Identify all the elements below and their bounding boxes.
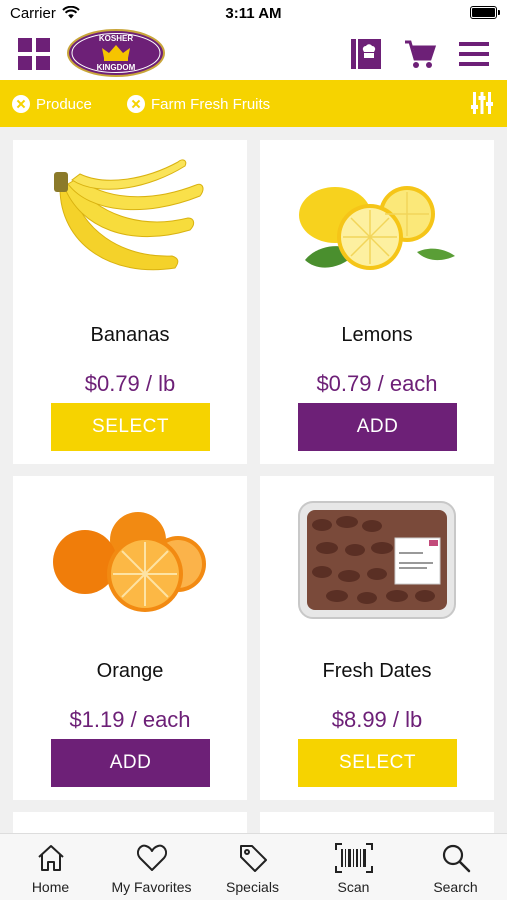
tab-label: Search xyxy=(433,879,478,895)
filter-chip-label: Produce xyxy=(36,95,92,113)
filter-chip-farm-fresh-fruits[interactable]: Farm Fresh Fruits xyxy=(127,93,270,115)
product-card[interactable] xyxy=(260,812,494,833)
logo-text-bottom: KINGDOM xyxy=(97,63,136,72)
tab-bar: Home My Favorites Specials Scan Search xyxy=(0,833,507,900)
kosher-kingdom-logo[interactable]: KOSHER KINGDOM xyxy=(66,28,166,78)
home-icon xyxy=(37,845,64,871)
tab-search[interactable]: Search xyxy=(404,834,507,900)
tab-label: My Favorites xyxy=(111,879,192,895)
app-header: KOSHER KINGDOM xyxy=(0,28,507,80)
tab-label: Specials xyxy=(226,879,279,895)
product-name: Lemons xyxy=(341,324,413,346)
lemons-image xyxy=(299,186,455,270)
add-button[interactable]: ADD xyxy=(51,739,210,787)
product-price: $1.19 / each xyxy=(69,707,191,732)
recipe-book-icon xyxy=(351,39,381,69)
remove-filter-icon[interactable] xyxy=(127,95,145,113)
cart-icon xyxy=(405,40,437,68)
heart-icon xyxy=(136,844,167,871)
tab-home[interactable]: Home xyxy=(0,834,101,900)
product-price: $0.79 / each xyxy=(316,371,438,396)
tab-label: Home xyxy=(31,879,70,895)
tab-my-favorites[interactable]: My Favorites xyxy=(101,834,202,900)
filter-chip-label: Farm Fresh Fruits xyxy=(151,95,271,113)
status-bar: Carrier 3:11 AM xyxy=(0,0,507,28)
battery-icon xyxy=(470,6,500,19)
product-card[interactable]: Fresh Dates $8.99 / lb SELECT xyxy=(260,476,494,800)
product-name: Fresh Dates xyxy=(322,660,432,682)
product-price: $0.79 / lb xyxy=(84,371,176,396)
search-icon xyxy=(442,844,470,873)
cart-button[interactable] xyxy=(402,36,438,72)
tab-specials[interactable]: Specials xyxy=(202,834,303,900)
orange-image xyxy=(53,512,206,612)
barcode-icon xyxy=(334,843,373,873)
menu-icon xyxy=(459,42,489,66)
select-button[interactable]: SELECT xyxy=(298,739,457,787)
fresh-dates-image xyxy=(298,501,456,619)
tag-icon xyxy=(239,845,267,872)
bananas-image xyxy=(54,159,204,271)
filter-sliders-icon[interactable] xyxy=(469,90,495,116)
product-name: Bananas xyxy=(90,324,170,346)
product-card[interactable]: Lemons $0.79 / each ADD xyxy=(260,140,494,464)
remove-filter-icon[interactable] xyxy=(12,95,30,113)
product-card[interactable] xyxy=(13,812,247,833)
logo-text-top: KOSHER xyxy=(99,34,133,43)
recipe-book-button[interactable] xyxy=(348,36,384,72)
product-price: $8.99 / lb xyxy=(331,707,423,732)
select-button[interactable]: SELECT xyxy=(51,403,210,451)
tab-scan[interactable]: Scan xyxy=(303,834,404,900)
grid-icon[interactable] xyxy=(18,38,50,70)
product-card[interactable]: Orange $1.19 / each ADD xyxy=(13,476,247,800)
filter-bar: Produce Farm Fresh Fruits xyxy=(0,80,507,127)
tab-label: Scan xyxy=(337,879,370,895)
add-button[interactable]: ADD xyxy=(298,403,457,451)
clock: 3:11 AM xyxy=(225,5,282,22)
product-card[interactable]: Bananas $0.79 / lb SELECT xyxy=(13,140,247,464)
product-grid: Bananas $0.79 / lb SELECT Lemons $0.79 /… xyxy=(0,127,507,833)
menu-button[interactable] xyxy=(456,36,492,72)
filter-chip-produce[interactable]: Produce xyxy=(12,93,92,115)
product-name: Orange xyxy=(96,660,164,682)
